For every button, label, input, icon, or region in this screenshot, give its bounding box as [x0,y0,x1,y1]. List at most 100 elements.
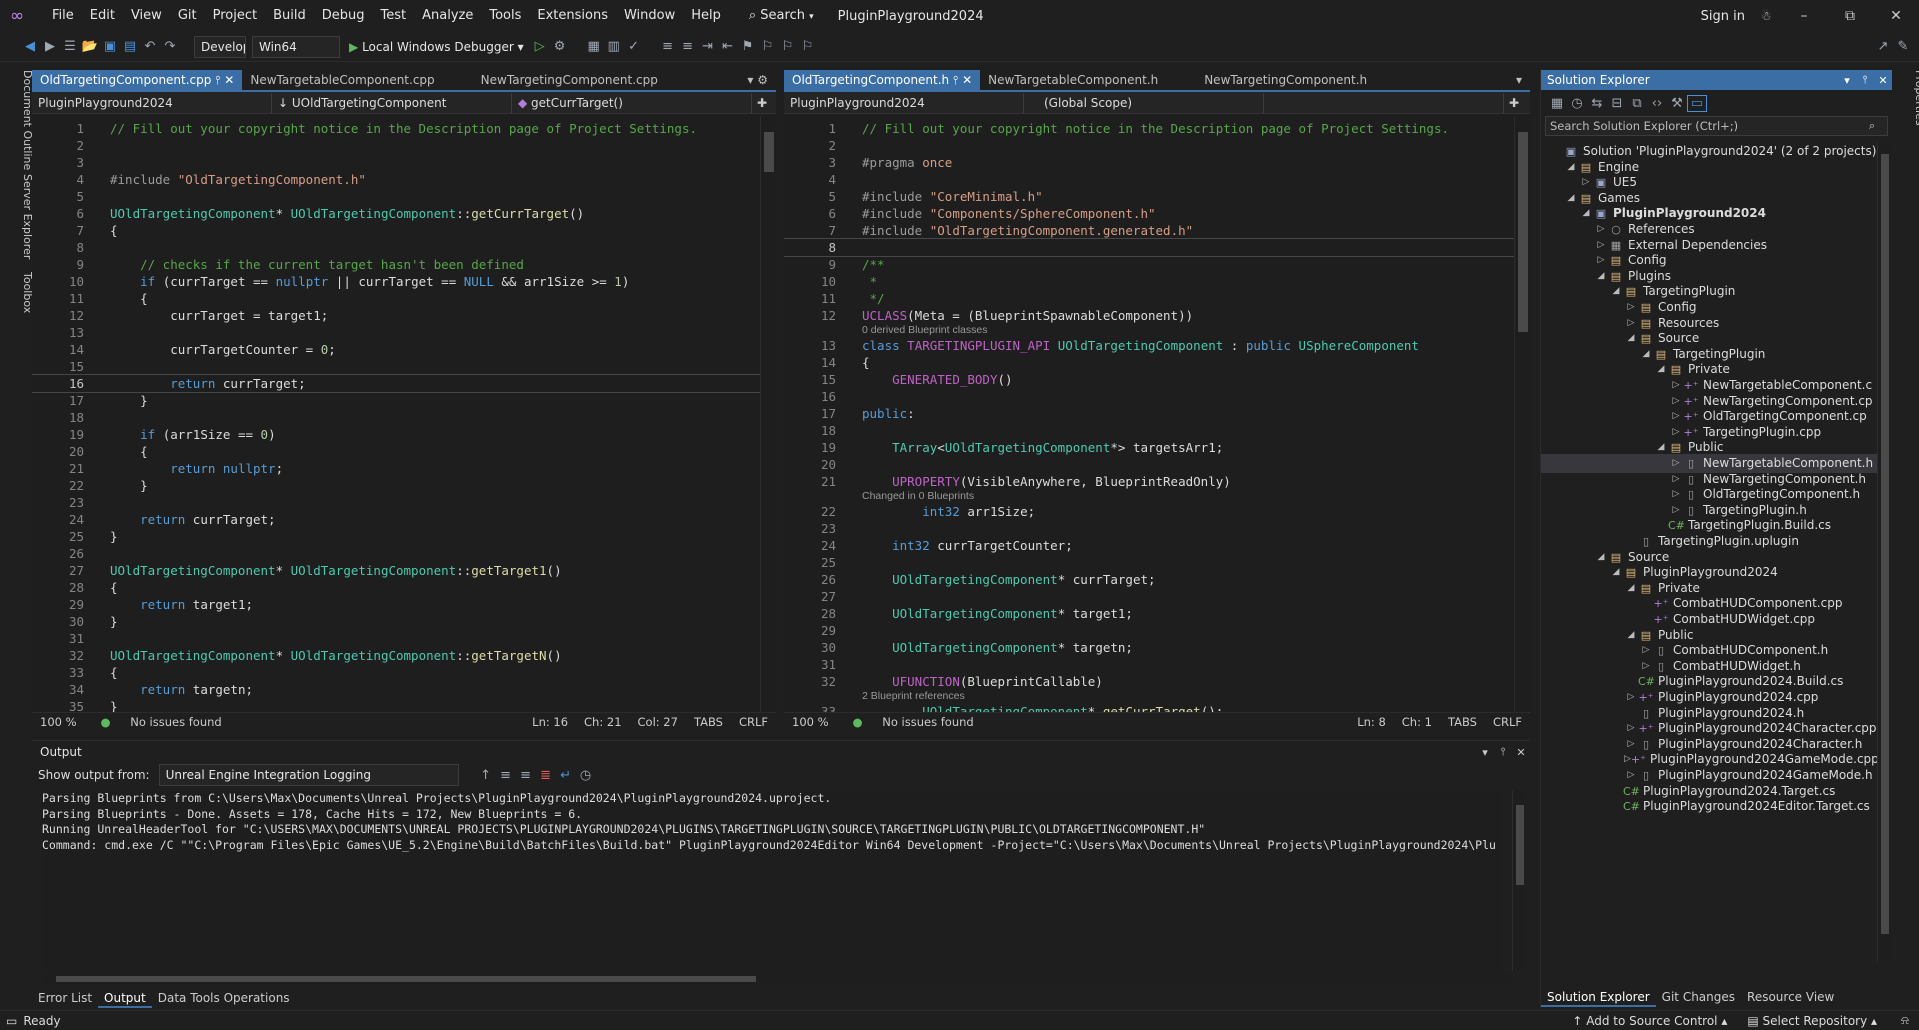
solution-tree-scrollbar[interactable] [1877,142,1891,962]
tab-overflow-icon[interactable]: ▾ ⚙ [739,70,776,90]
tab-newtargetingcomponent-cpp[interactable]: NewTargetingComponent.cpp [473,70,666,90]
output-vertical-scrollbar[interactable] [1512,791,1526,971]
platform-select[interactable]: Win64 [252,35,340,58]
search-button[interactable]: ⌕ Search ▾ [741,4,822,28]
line-ending[interactable]: CRLF [731,715,776,729]
tab-output[interactable]: Output [98,988,152,1008]
issues-indicator[interactable]: ● No issues found [85,715,238,729]
new-project-icon[interactable]: ☰ [60,39,80,54]
pin-icon[interactable]: ⫯ [953,73,958,87]
issues-indicator[interactable]: ● No issues found [837,715,990,729]
scroll-thumb[interactable] [1881,154,1889,934]
tab-git-changes[interactable]: Git Changes [1656,987,1741,1007]
clear-bookmarks-icon[interactable]: ⚐ [798,39,818,54]
scroll-thumb[interactable] [1518,132,1528,332]
outdent-icon[interactable]: ⇤ [718,39,738,54]
layout-icon[interactable]: ▥ [604,39,624,54]
member-scope-select[interactable] [1264,92,1504,113]
split-editor-icon[interactable]: ✚ [1504,96,1524,110]
menu-debug[interactable]: Debug [314,0,373,32]
menu-tools[interactable]: Tools [481,0,529,32]
attach-process-icon[interactable]: ⚙ [550,39,570,54]
restore-button[interactable]: ⧉ [1827,0,1873,32]
feedback-icon[interactable]: ✎ [1893,39,1913,54]
start-without-debugging-icon[interactable]: ▷ [530,39,550,54]
next-message-icon[interactable]: ≡ [516,768,536,783]
panel-close-icon[interactable]: ✕ [1874,74,1892,87]
menu-file[interactable]: File [44,0,82,32]
code-view-icon[interactable]: ‹› [1647,96,1667,111]
tab-data-tools-operations[interactable]: Data Tools Operations [152,988,296,1008]
sign-in-link[interactable]: Sign in [1701,9,1745,24]
indent-mode[interactable]: TABS [1440,715,1485,729]
tab-solution-explorer[interactable]: Solution Explorer [1541,987,1656,1007]
menu-help[interactable]: Help [683,0,729,32]
open-file-icon[interactable]: 📂 [80,39,100,54]
comment-icon[interactable]: ≡ [658,39,678,54]
tab-oldtargetingcomponent-h[interactable]: OldTargetingComponent.h ⫯ ✕ [784,70,981,90]
global-scope-select[interactable]: (Global Scope) [1024,92,1264,113]
panel-menu-icon[interactable]: ▾ [1838,74,1856,87]
close-window-button[interactable]: ✕ [1873,0,1919,32]
select-repository-button[interactable]: ▤ Select Repository ▴ [1733,1014,1891,1028]
scroll-thumb[interactable] [764,132,774,172]
menu-view[interactable]: View [123,0,170,32]
redo-icon[interactable]: ↷ [160,39,180,54]
minimize-button[interactable]: – [1781,0,1827,32]
line-ending[interactable]: CRLF [1485,715,1530,729]
switch-views-icon[interactable]: ▦ [1547,96,1567,111]
menu-project[interactable]: Project [205,0,265,32]
document-outline-tab[interactable]: Document Outline [8,70,34,170]
menu-analyze[interactable]: Analyze [414,0,481,32]
menu-window[interactable]: Window [616,0,683,32]
start-debugging-button[interactable]: ▶ Local Windows Debugger ▾ [343,40,530,54]
timestamp-icon[interactable]: ◷ [576,768,596,783]
solution-search-field[interactable]: Search Solution Explorer (Ctrl+;) ⌕ [1545,116,1888,136]
left-editor-scrollbar[interactable] [760,116,776,712]
tab-overflow-icon[interactable]: ▾ [1508,70,1530,90]
zoom-level[interactable]: 100 % [784,715,837,729]
close-tab-icon[interactable]: ✕ [962,73,972,87]
back-icon[interactable]: ◀ [20,39,40,54]
server-explorer-tab[interactable]: Server Explorer [8,174,34,259]
clear-all-icon[interactable]: ≣ [536,768,556,783]
close-tab-icon[interactable]: ✕ [224,73,234,87]
history-icon[interactable]: ◷ [1567,96,1587,111]
sync-icon[interactable]: ⇆ [1587,96,1607,111]
bookmark-icon[interactable]: ⚑ [738,39,758,54]
menu-build[interactable]: Build [265,0,314,32]
live-share-icon[interactable]: ↗ [1873,39,1893,54]
output-horizontal-scrollbar[interactable] [42,973,1512,985]
panel-menu-icon[interactable]: ▾ [1476,746,1494,759]
save-all-icon[interactable]: ▤ [120,39,140,54]
notifications-icon[interactable]: ⍾ [1891,1013,1919,1028]
tab-newtargetablecomponent-h[interactable]: NewTargetableComponent.h [980,70,1166,90]
codelens-hint[interactable]: 0 derived Blueprint classes [862,324,987,337]
toolbox-tab[interactable]: Toolbox [8,272,34,313]
split-editor-icon[interactable]: ✚ [752,96,772,110]
menu-test[interactable]: Test [373,0,415,32]
tab-oldtargetingcomponent-cpp[interactable]: OldTargetingComponent.cpp ⫯ ✕ [32,70,243,90]
next-bookmark-icon[interactable]: ⚐ [778,39,798,54]
tab-newtargetingcomponent-h[interactable]: NewTargetingComponent.h [1196,70,1375,90]
word-wrap-icon[interactable]: ↵ [556,768,576,783]
preview-icon[interactable]: ▭ [1687,94,1707,112]
prev-bookmark-icon[interactable]: ⚐ [758,39,778,54]
indent-icon[interactable]: ⇥ [698,39,718,54]
project-scope-select[interactable]: PluginPlayground2024 [32,92,272,113]
codelens-hint[interactable]: Changed in 0 Blueprints [862,490,974,503]
menu-extensions[interactable]: Extensions [529,0,616,32]
collapse-all-icon[interactable]: ⊟ [1607,96,1627,111]
add-to-source-control-button[interactable]: ↑ Add to Source Control ▴ [1566,1014,1733,1028]
prev-message-icon[interactable]: ≡ [496,768,516,783]
spellcheck-icon[interactable]: ✓ [624,39,644,54]
panel-close-icon[interactable]: ✕ [1512,746,1530,759]
tab-resource-view[interactable]: Resource View [1741,987,1840,1007]
menu-edit[interactable]: Edit [82,0,123,32]
panel-pin-icon[interactable]: ⫯ [1856,73,1874,87]
right-editor-scrollbar[interactable] [1514,116,1530,712]
member-scope-select[interactable]: ◆ getCurrTarget() [512,92,752,113]
codelens-hint[interactable]: 2 Blueprint references [862,690,965,703]
output-text-area[interactable]: Parsing Blueprints from C:\Users\Max\Doc… [42,791,1502,971]
menu-git[interactable]: Git [170,0,205,32]
